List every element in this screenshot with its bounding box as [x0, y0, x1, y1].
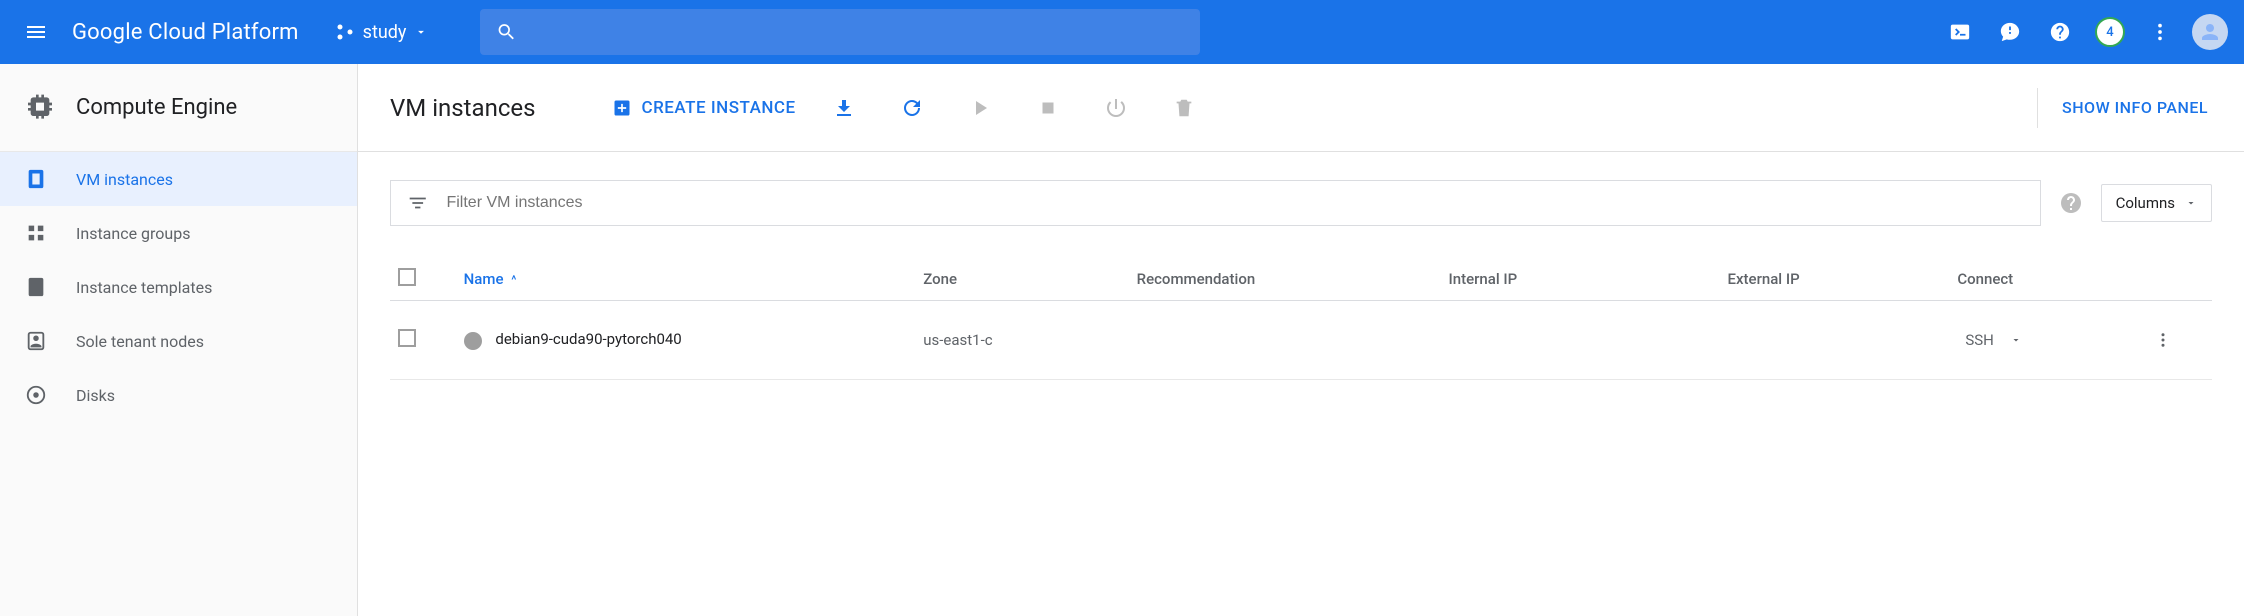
toolbar-divider	[2037, 88, 2038, 128]
search-input[interactable]	[529, 24, 1184, 41]
status-indicator	[464, 332, 482, 350]
table-row: debian9-cuda90-pytorch040 us-east1-c SSH	[390, 301, 2212, 380]
search-container	[480, 9, 1200, 55]
utilities-menu-button[interactable]	[2138, 10, 2182, 54]
columns-label: Columns	[2116, 194, 2175, 212]
column-header-internal-ip[interactable]: Internal IP	[1440, 258, 1719, 301]
toolbar: VM instances CREATE INSTANCE	[358, 64, 2244, 152]
play-icon	[968, 96, 992, 120]
stop-button[interactable]	[1022, 84, 1074, 132]
project-picker[interactable]: study	[323, 16, 441, 49]
refresh-button[interactable]	[886, 84, 938, 132]
project-name: study	[363, 22, 407, 43]
stop-icon	[1037, 97, 1059, 119]
create-instance-label: CREATE INSTANCE	[642, 98, 796, 118]
terminal-icon	[1949, 21, 1971, 43]
instance-groups-icon	[24, 221, 48, 245]
ssh-connect-button[interactable]: SSH	[1957, 327, 2030, 353]
column-header-zone[interactable]: Zone	[915, 258, 1128, 301]
help-icon	[2049, 21, 2071, 43]
column-header-connect[interactable]: Connect	[1949, 258, 2146, 301]
sidebar-item-label: Instance groups	[76, 224, 190, 243]
instance-external-ip	[1720, 301, 1950, 380]
instance-name[interactable]: debian9-cuda90-pytorch040	[495, 330, 681, 348]
create-instance-button[interactable]: CREATE INSTANCE	[600, 90, 808, 126]
sidebar-item-label: VM instances	[76, 170, 173, 189]
more-vert-icon	[2149, 21, 2171, 43]
main-content: VM instances CREATE INSTANCE	[358, 64, 2244, 616]
disks-icon	[24, 383, 48, 407]
sidebar-item-sole-tenant[interactable]: Sole tenant nodes	[0, 314, 357, 368]
start-button[interactable]	[954, 84, 1006, 132]
filter-help-icon[interactable]	[2059, 191, 2083, 215]
sidebar: Compute Engine VM instances Instance gro…	[0, 64, 358, 616]
avatar	[2192, 14, 2228, 50]
content-area: Columns Name ^ Zone Recommendation Inter…	[358, 152, 2244, 408]
import-vm-button[interactable]	[818, 84, 870, 132]
vm-instances-table: Name ^ Zone Recommendation Internal IP E…	[390, 258, 2212, 380]
compute-engine-icon	[24, 92, 56, 124]
reset-button[interactable]	[1090, 84, 1142, 132]
download-icon	[832, 96, 856, 120]
page-title: VM instances	[390, 94, 536, 122]
refresh-icon	[900, 96, 924, 120]
trash-icon	[1173, 97, 1195, 119]
sidebar-header: Compute Engine	[0, 64, 357, 152]
cloud-shell-button[interactable]	[1938, 10, 1982, 54]
main-layout: Compute Engine VM instances Instance gro…	[0, 64, 2244, 616]
add-box-icon	[612, 98, 632, 118]
columns-button[interactable]: Columns	[2101, 184, 2212, 222]
sidebar-item-disks[interactable]: Disks	[0, 368, 357, 422]
sole-tenant-icon	[24, 329, 48, 353]
hamburger-menu-button[interactable]	[12, 8, 60, 56]
account-button[interactable]	[2188, 10, 2232, 54]
notifications-button[interactable]	[1988, 10, 2032, 54]
top-navigation-bar: Google Cloud Platform study 4	[0, 0, 2244, 64]
instance-templates-icon	[24, 275, 48, 299]
row-checkbox[interactable]	[398, 329, 416, 347]
sidebar-item-instance-groups[interactable]: Instance groups	[0, 206, 357, 260]
menu-icon	[24, 20, 48, 44]
column-header-external-ip[interactable]: External IP	[1720, 258, 1950, 301]
sidebar-item-label: Disks	[76, 386, 115, 405]
chat-icon	[1999, 21, 2021, 43]
filter-icon	[407, 192, 428, 214]
chevron-down-icon	[2010, 334, 2022, 346]
filter-input[interactable]	[446, 194, 2023, 212]
help-button[interactable]	[2038, 10, 2082, 54]
search-box[interactable]	[480, 9, 1200, 55]
column-header-name[interactable]: Name	[464, 270, 504, 288]
topbar-right-actions: 4	[1938, 10, 2232, 54]
project-icon	[335, 22, 355, 42]
brand-title: Google Cloud Platform	[72, 20, 299, 45]
more-vert-icon	[2154, 331, 2172, 349]
vm-instances-icon	[24, 167, 48, 191]
sidebar-item-label: Instance templates	[76, 278, 212, 297]
sidebar-item-label: Sole tenant nodes	[76, 332, 204, 351]
sidebar-item-instance-templates[interactable]: Instance templates	[0, 260, 357, 314]
column-header-recommendation[interactable]: Recommendation	[1129, 258, 1441, 301]
search-icon	[496, 21, 517, 43]
ssh-label: SSH	[1965, 331, 1994, 349]
show-info-panel-button[interactable]: SHOW INFO PANEL	[2058, 90, 2212, 125]
instance-zone: us-east1-c	[915, 301, 1128, 380]
chevron-down-icon	[2185, 197, 2197, 209]
notification-badge: 4	[2095, 17, 2125, 47]
filter-row: Columns	[390, 180, 2212, 226]
delete-button[interactable]	[1158, 84, 1210, 132]
sort-ascending-icon: ^	[511, 273, 516, 287]
person-icon	[2198, 20, 2222, 44]
power-icon	[1104, 96, 1128, 120]
instance-recommendation	[1129, 301, 1441, 380]
gift-badge-button[interactable]: 4	[2088, 10, 2132, 54]
filter-box[interactable]	[390, 180, 2041, 226]
instance-internal-ip	[1440, 301, 1719, 380]
sidebar-item-vm-instances[interactable]: VM instances	[0, 152, 357, 206]
service-title: Compute Engine	[76, 95, 237, 120]
select-all-checkbox[interactable]	[398, 268, 416, 286]
row-more-menu[interactable]	[2154, 309, 2204, 371]
chevron-down-icon	[414, 25, 428, 39]
